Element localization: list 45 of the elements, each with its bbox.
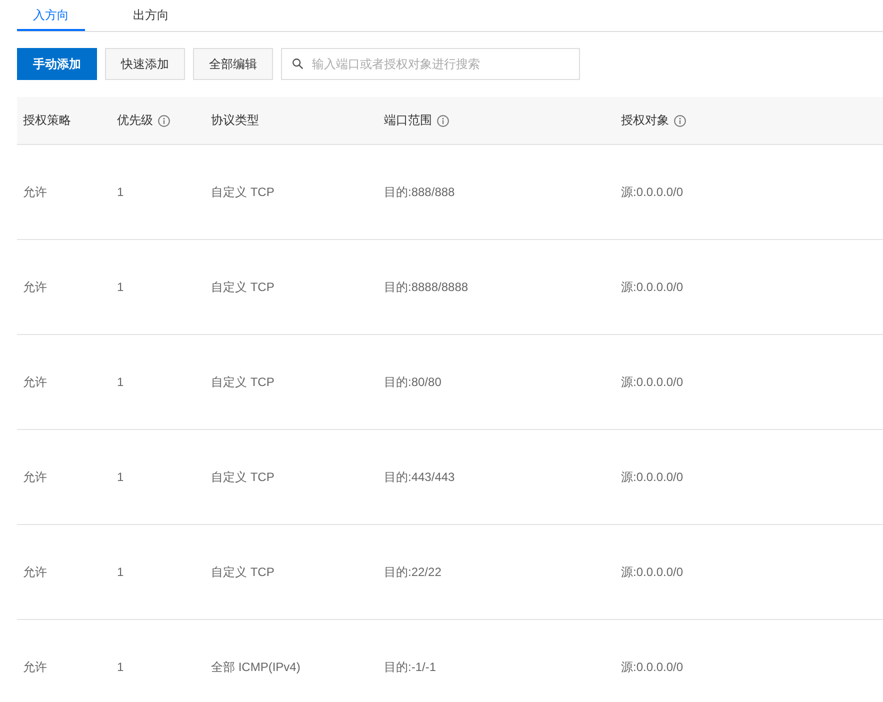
table-cell: 自定义 TCP bbox=[211, 470, 274, 484]
column-header: 授权策略 bbox=[23, 112, 71, 129]
table-cell: 允许 bbox=[23, 184, 47, 198]
table-cell: 源:0.0.0.0/0 bbox=[621, 564, 684, 578]
table-cell: 允许 bbox=[23, 374, 47, 388]
table-cell: 目的:80/80 bbox=[384, 374, 442, 388]
column-header: 端口范围 bbox=[384, 112, 432, 129]
table-cell: 允许 bbox=[23, 564, 47, 578]
table-cell: 目的:443/443 bbox=[384, 470, 455, 484]
search-icon bbox=[292, 58, 303, 69]
toolbar-button[interactable]: 快速添加 bbox=[105, 48, 185, 80]
info-icon[interactable] bbox=[158, 114, 170, 126]
column-header: 协议类型 bbox=[211, 112, 259, 129]
table-cell: 1 bbox=[117, 185, 124, 199]
info-icon[interactable] bbox=[674, 114, 686, 126]
table-cell: 全部 ICMP(IPv4) bbox=[211, 660, 300, 674]
table-cell: 源:0.0.0.0/0 bbox=[621, 660, 684, 674]
table-cell: 自定义 TCP bbox=[211, 280, 274, 294]
table-cell: 自定义 TCP bbox=[211, 184, 274, 198]
table-cell: 源:0.0.0.0/0 bbox=[621, 374, 684, 388]
table-cell: 1 bbox=[117, 565, 124, 579]
table-cell: 1 bbox=[117, 375, 124, 389]
column-header: 授权对象 bbox=[621, 112, 669, 129]
info-icon[interactable] bbox=[437, 114, 449, 126]
table-cell: 1 bbox=[117, 660, 124, 674]
table-cell: 1 bbox=[117, 470, 124, 484]
table-cell: 自定义 TCP bbox=[211, 564, 274, 578]
table-cell: 源:0.0.0.0/0 bbox=[621, 184, 684, 198]
table-cell: 允许 bbox=[23, 470, 47, 484]
toolbar-button[interactable]: 全部编辑 bbox=[193, 48, 273, 80]
toolbar-button[interactable]: 手动添加 bbox=[17, 48, 97, 80]
table-cell: 源:0.0.0.0/0 bbox=[621, 470, 684, 484]
table-cell: 自定义 TCP bbox=[211, 374, 274, 388]
table-cell: 目的:22/22 bbox=[384, 564, 442, 578]
direction-tab[interactable]: 入方向 bbox=[17, 0, 85, 31]
table-cell: 源:0.0.0.0/0 bbox=[621, 280, 684, 294]
search-field[interactable]: 输入端口或者授权对象进行搜索 bbox=[281, 48, 580, 80]
column-header: 优先级 bbox=[117, 112, 153, 129]
table-cell: 目的:888/888 bbox=[384, 184, 455, 198]
table-cell: 目的:-1/-1 bbox=[384, 660, 436, 674]
table-cell: 目的:8888/8888 bbox=[384, 280, 468, 294]
direction-tab[interactable]: 出方向 bbox=[117, 0, 185, 31]
table-cell: 允许 bbox=[23, 660, 47, 674]
table-cell: 1 bbox=[117, 280, 124, 294]
table-cell: 允许 bbox=[23, 280, 47, 294]
